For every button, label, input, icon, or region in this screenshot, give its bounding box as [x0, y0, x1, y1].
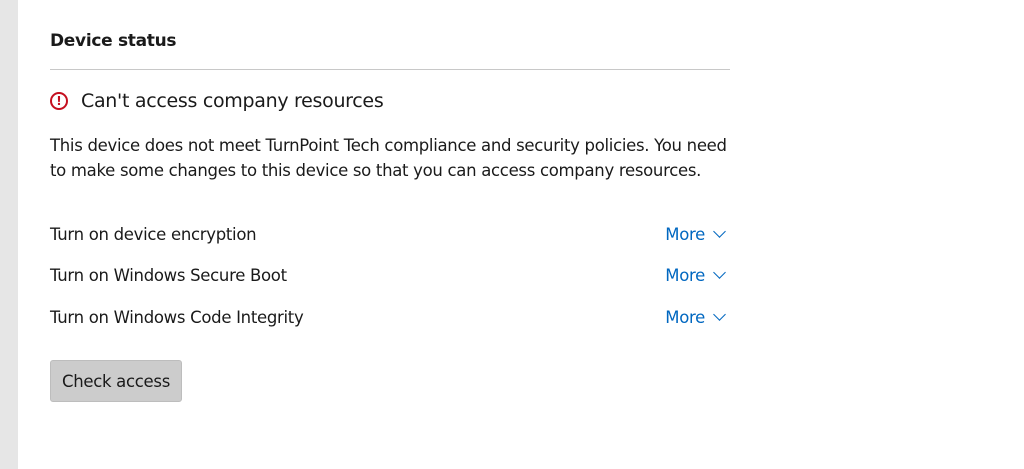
requirement-label: Turn on device encryption — [50, 225, 257, 244]
requirement-row: Turn on device encryption More — [50, 225, 730, 244]
more-label: More — [665, 308, 705, 327]
check-access-button[interactable]: Check access — [50, 360, 182, 402]
chevron-down-icon — [713, 266, 726, 279]
requirement-row: Turn on Windows Secure Boot More — [50, 266, 730, 285]
chevron-down-icon — [713, 308, 726, 321]
alert-circle-icon: ! — [50, 92, 68, 110]
more-label: More — [665, 225, 705, 244]
section-title: Device status — [50, 31, 177, 51]
more-button[interactable]: More — [665, 266, 726, 285]
more-button[interactable]: More — [665, 225, 726, 244]
chevron-down-icon — [713, 225, 726, 238]
requirement-row: Turn on Windows Code Integrity More — [50, 308, 730, 327]
status-text: Can't access company resources — [81, 90, 384, 112]
more-label: More — [665, 266, 705, 285]
more-button[interactable]: More — [665, 308, 726, 327]
status-description: This device does not meet TurnPoint Tech… — [50, 136, 727, 180]
left-sidebar-strip — [0, 0, 18, 469]
divider — [50, 69, 730, 70]
requirement-label: Turn on Windows Code Integrity — [50, 308, 304, 327]
requirement-label: Turn on Windows Secure Boot — [50, 266, 287, 285]
status-row: ! Can't access company resources — [50, 90, 384, 112]
